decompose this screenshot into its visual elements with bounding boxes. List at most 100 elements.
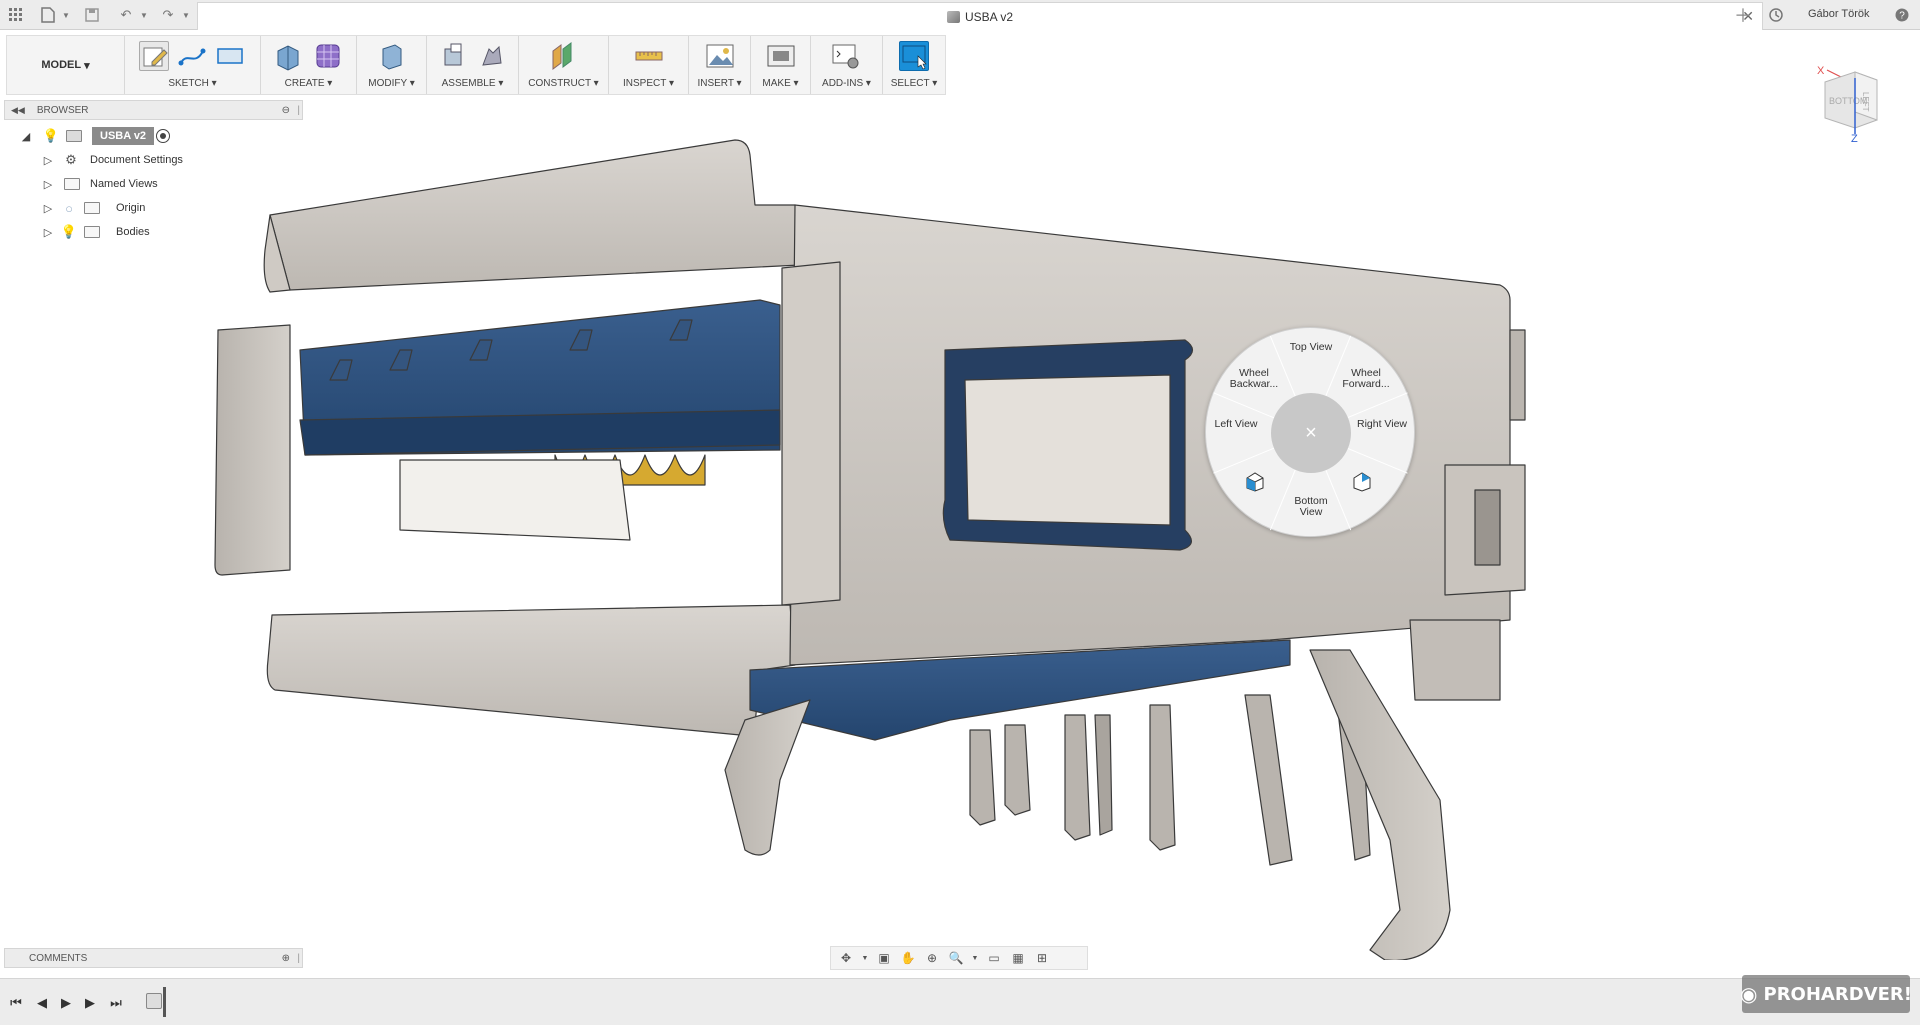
- inspect-group[interactable]: INSPECT ▾: [609, 36, 689, 94]
- insert-image-icon[interactable]: [705, 41, 735, 71]
- wheel-forward-option[interactable]: Wheel Forward...: [1336, 368, 1396, 390]
- tree-item-label: Document Settings: [90, 154, 183, 166]
- step-forward-icon[interactable]: ▶: [80, 993, 100, 1013]
- user-name[interactable]: Gábor Török: [1808, 8, 1870, 20]
- save-icon[interactable]: [82, 5, 102, 25]
- marking-menu-close[interactable]: ×: [1271, 393, 1351, 473]
- folder-icon: [84, 226, 100, 238]
- wheel-backward-option[interactable]: Wheel Backwar...: [1224, 368, 1284, 390]
- tree-item-origin[interactable]: ▷ ○ Origin: [4, 196, 304, 220]
- folder-icon: [84, 202, 100, 214]
- svg-text:?: ?: [1899, 11, 1905, 22]
- sketch-group[interactable]: SKETCH ▾: [125, 36, 261, 94]
- collapsed-arrow-icon[interactable]: ▷: [42, 153, 54, 167]
- grid-icon[interactable]: ▦: [1009, 950, 1027, 966]
- select-icon[interactable]: [899, 41, 929, 71]
- modify-label: MODIFY: [368, 78, 407, 89]
- activate-radio-icon[interactable]: [156, 129, 170, 143]
- visibility-bulb-off-icon[interactable]: ○: [62, 201, 76, 216]
- orbit-icon[interactable]: ✥: [837, 950, 855, 966]
- zoom-window-icon[interactable]: 🔍: [947, 950, 965, 966]
- folder-icon: [64, 178, 80, 190]
- collapsed-arrow-icon[interactable]: ▷: [42, 201, 54, 215]
- zoom-icon[interactable]: ⊕: [923, 950, 941, 966]
- tree-root[interactable]: ◢ 💡 USBA v2: [4, 124, 304, 148]
- go-to-end-icon[interactable]: ⏭: [106, 993, 126, 1013]
- panel-grip-icon[interactable]: |: [297, 105, 300, 116]
- browser-panel-header[interactable]: ◀◀ BROWSER ⊖ |: [4, 100, 303, 120]
- tree-item-document-settings[interactable]: ▷ ⚙ Document Settings: [4, 148, 304, 172]
- chevron-down-icon[interactable]: ▼: [56, 5, 76, 25]
- assemble-group[interactable]: ASSEMBLE ▾: [427, 36, 519, 94]
- 3d-print-icon[interactable]: [766, 41, 796, 71]
- pan-icon[interactable]: ✋: [899, 950, 917, 966]
- new-tab-icon[interactable]: ＋: [1733, 5, 1753, 26]
- measure-icon[interactable]: [634, 41, 664, 71]
- rectangle-icon[interactable]: [215, 41, 245, 71]
- collapse-panel-icon[interactable]: ◀◀: [11, 105, 25, 116]
- undo-icon[interactable]: ↶: [116, 5, 136, 25]
- file-menu-icon[interactable]: [38, 5, 58, 25]
- view-cube[interactable]: X BOTTOM LEFT Z: [1815, 58, 1905, 145]
- line-icon[interactable]: [177, 41, 207, 71]
- press-pull-icon[interactable]: [377, 41, 407, 71]
- add-comment-icon[interactable]: ⊕: [282, 953, 290, 964]
- go-to-start-icon[interactable]: ⏮: [6, 993, 26, 1013]
- home-view-icon[interactable]: [1244, 470, 1266, 492]
- chevron-down-icon[interactable]: ▼: [861, 950, 869, 966]
- select-group[interactable]: SELECT ▾: [883, 36, 945, 94]
- step-back-icon[interactable]: ◀: [32, 993, 52, 1013]
- select-label: SELECT: [890, 78, 930, 89]
- bottom-view-option[interactable]: Bottom View: [1286, 496, 1336, 518]
- root-component-label[interactable]: USBA v2: [92, 127, 155, 145]
- document-tab[interactable]: USBA v2 ✕: [197, 2, 1763, 30]
- construct-group[interactable]: CONSTRUCT ▾: [519, 36, 609, 94]
- redo-icon[interactable]: ↷: [158, 5, 178, 25]
- create-group[interactable]: CREATE ▾: [261, 36, 357, 94]
- offset-plane-icon[interactable]: [549, 41, 579, 71]
- joint-icon[interactable]: [477, 41, 507, 71]
- play-icon[interactable]: ▶: [56, 993, 76, 1013]
- visibility-bulb-icon[interactable]: 💡: [61, 224, 77, 239]
- assemble-label: ASSEMBLE: [441, 78, 496, 89]
- chevron-down-icon[interactable]: ▼: [134, 5, 154, 25]
- insert-group[interactable]: INSERT ▾: [689, 36, 751, 94]
- top-view-option[interactable]: Top View: [1286, 342, 1336, 353]
- document-title: USBA v2: [964, 9, 1014, 24]
- timeline-feature-icon[interactable]: [146, 993, 162, 1009]
- navigation-bar: ✥ ▼ ▣ ✋ ⊕ 🔍 ▼ ▭ ▦ ⊞: [830, 946, 1088, 970]
- scripts-icon[interactable]: [831, 41, 861, 71]
- help-icon[interactable]: ?: [1892, 5, 1912, 25]
- left-view-option[interactable]: Left View: [1208, 419, 1264, 430]
- display-settings-icon[interactable]: ▭: [985, 950, 1003, 966]
- minimize-icon[interactable]: ⊖: [282, 105, 290, 116]
- viewports-icon[interactable]: ⊞: [1033, 950, 1051, 966]
- right-view-option[interactable]: Right View: [1352, 419, 1412, 430]
- collapsed-arrow-icon[interactable]: ▷: [42, 225, 54, 239]
- create-sketch-icon[interactable]: [139, 41, 169, 71]
- visibility-bulb-icon[interactable]: 💡: [43, 128, 59, 143]
- fit-view-icon[interactable]: [1351, 470, 1373, 492]
- timeline-marker[interactable]: [163, 987, 166, 1017]
- tree-item-bodies[interactable]: ▷ 💡 Bodies: [4, 220, 304, 244]
- look-at-icon[interactable]: ▣: [875, 950, 893, 966]
- add-ins-group[interactable]: ADD-INS ▾: [811, 36, 883, 94]
- new-component-icon[interactable]: [439, 41, 469, 71]
- chevron-down-icon[interactable]: ▼: [176, 5, 196, 25]
- chevron-down-icon[interactable]: ▼: [971, 950, 979, 966]
- z-axis-label: Z: [1851, 133, 1858, 143]
- app-grid-icon[interactable]: [6, 5, 26, 25]
- modify-group[interactable]: MODIFY ▾: [357, 36, 427, 94]
- tree-item-label: Named Views: [90, 178, 158, 190]
- job-status-icon[interactable]: [1766, 5, 1786, 25]
- tree-item-named-views[interactable]: ▷ Named Views: [4, 172, 304, 196]
- workspace-switcher[interactable]: MODEL ▾: [7, 36, 125, 94]
- form-icon[interactable]: [313, 41, 343, 71]
- collapsed-arrow-icon[interactable]: ▷: [42, 177, 54, 191]
- extrude-icon[interactable]: [273, 41, 303, 71]
- marking-menu[interactable]: × Top View Wheel Forward... Right View B…: [1205, 327, 1415, 537]
- panel-grip-icon[interactable]: |: [297, 953, 300, 964]
- make-group[interactable]: MAKE ▾: [751, 36, 811, 94]
- expanded-arrow-icon[interactable]: ◢: [20, 129, 32, 143]
- comments-panel-header[interactable]: COMMENTS ⊕ |: [4, 948, 303, 968]
